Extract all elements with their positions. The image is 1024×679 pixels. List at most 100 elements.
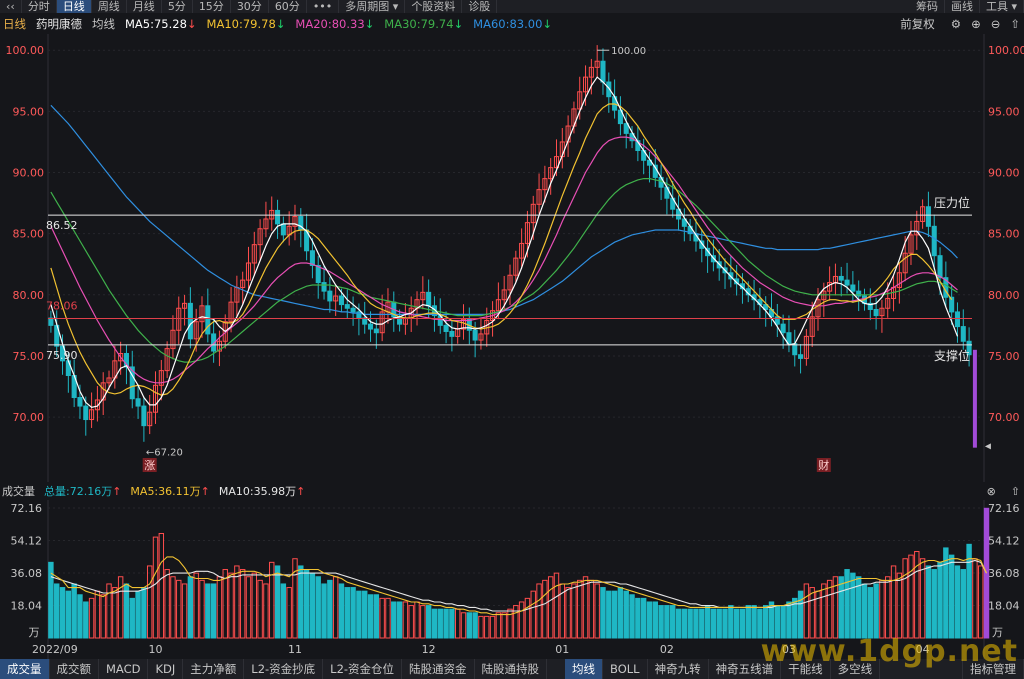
back-icon[interactable]: ‹‹ (0, 0, 22, 13)
volume-bar (797, 590, 804, 639)
adjust-button[interactable]: 前复权 (900, 16, 935, 32)
candle-body (838, 275, 844, 281)
volume-bar (303, 569, 310, 639)
period-tab-1[interactable]: 日线 (56, 0, 92, 13)
period-tab-11[interactable]: 诊股 (462, 0, 498, 13)
volume-bar (338, 583, 345, 639)
candle-body (397, 316, 403, 325)
period-tab-7[interactable]: 60分 (269, 0, 307, 13)
volume-bar (257, 579, 263, 639)
indicator-tab-7[interactable]: 陆股通资金 (402, 659, 475, 679)
indicator-tab-5[interactable]: L2-资金抄底 (244, 659, 324, 679)
vol-unit-left: 万 (29, 626, 40, 639)
candle-body (925, 206, 931, 227)
volume-bar (205, 583, 211, 639)
volume-bar (600, 587, 606, 639)
toolbar-right: 筹码 画线 工具 ▾ (910, 0, 1024, 13)
indicator-tab-4[interactable]: 主力净额 (183, 659, 245, 679)
period-tab-8[interactable]: ••• (307, 0, 340, 13)
volume-bar (652, 601, 658, 639)
period-tab-10[interactable]: 个股资料 (405, 0, 463, 13)
high-annotation: 100.00 (611, 46, 646, 57)
volume-bar (298, 565, 304, 639)
period-tab-0[interactable]: 分时 (22, 0, 57, 13)
volume-bar (141, 587, 147, 639)
settings-icon[interactable]: ⚙ (951, 17, 961, 31)
candle-body (873, 308, 879, 317)
ma20-legend: MA20:80.33↓ (295, 17, 375, 31)
y-tick-right: 75.00 (988, 350, 1020, 363)
indicator-tab-3[interactable]: KDJ (148, 659, 184, 679)
indicator-label[interactable]: 均线 (92, 16, 115, 32)
volume-bar (489, 615, 496, 639)
volume-bar (873, 583, 879, 639)
volume-bar (199, 579, 205, 639)
y-tick-left: 90.00 (13, 167, 45, 180)
volume-bar (146, 565, 153, 639)
volume-bar (745, 605, 751, 639)
candle-body (275, 209, 281, 225)
indicator-tab-8[interactable]: 陆股通持股 (475, 659, 548, 679)
volume-bar (263, 583, 269, 639)
volume-bar (129, 597, 135, 639)
period-tab-5[interactable]: 15分 (193, 0, 231, 13)
volume-bar (629, 594, 635, 639)
volume-bar (751, 605, 757, 639)
overlay-tab-0[interactable]: 均线 (565, 659, 604, 679)
indicator-tab-2[interactable]: MACD (99, 659, 149, 679)
indicator-tab-0[interactable]: 成交量 (0, 659, 50, 679)
vol-y-tick-left: 36.08 (11, 567, 43, 580)
period-tab-9[interactable]: 多周期图 ▾ (339, 0, 406, 13)
volume-bar (327, 579, 333, 639)
top-toolbar: ‹‹ 分时 日线 周线 月线 5分 15分 30分 60分 ••• 多周期图 ▾ 个股资料 诊股 筹码… (0, 0, 1024, 13)
volume-bar (309, 572, 316, 639)
hline-label-2: 75.90 (46, 349, 78, 362)
y-tick-right: 90.00 (988, 167, 1020, 180)
volume-bar (315, 576, 321, 639)
volume-bar (54, 583, 60, 639)
x-tick-5: 02 (660, 643, 674, 656)
overlay-tab-2[interactable]: 神奇九转 (648, 659, 709, 679)
volume-bar (542, 579, 548, 639)
close-icon[interactable]: ⊗ (987, 485, 996, 498)
volume-bar (158, 533, 165, 639)
expand-icon[interactable]: ⇧ (1010, 17, 1020, 31)
overlay-tab-1[interactable]: BOLL (603, 659, 648, 679)
indicator-tab-1[interactable]: 成交额 (50, 659, 99, 679)
expand-volume-icon[interactable]: ⇧ (1011, 485, 1020, 498)
period-tab-4[interactable]: 5分 (162, 0, 193, 13)
volume-bar (693, 608, 699, 639)
zoom-in-icon[interactable]: ⊕ (971, 17, 981, 31)
price-chart[interactable]: 100.00 100.00 95.00 95.00 90.00 90.00 85.00 85.… (0, 34, 1024, 484)
volume-bar (739, 608, 746, 639)
y-tick-left: 80.00 (13, 289, 45, 302)
period-tab-3[interactable]: 月线 (127, 0, 162, 13)
y-tick-right: 100.00 (988, 44, 1024, 57)
volume-bar (321, 583, 327, 639)
volume-bar (640, 597, 647, 639)
volume-bar (908, 554, 914, 639)
volume-bar (623, 590, 629, 639)
volume-bar (408, 605, 414, 639)
candle-body (327, 290, 333, 302)
period-tab-2[interactable]: 周线 (92, 0, 127, 13)
volume-bar (978, 565, 984, 639)
hline-note-0: 压力位 (934, 195, 970, 210)
toolbar-right-item-2[interactable]: 工具 ▾ (980, 0, 1024, 13)
y-tick-left: 100.00 (6, 44, 45, 57)
volume-bar (472, 612, 478, 639)
volume-bar (954, 565, 961, 639)
indicator-tab-6[interactable]: L2-资金仓位 (323, 659, 403, 679)
volume-bar (925, 565, 932, 639)
volume-bar (431, 608, 438, 639)
zoom-out-icon[interactable]: ⊖ (991, 17, 1001, 31)
toolbar-right-item-1[interactable]: 画线 (945, 0, 980, 13)
x-tick-1: 10 (149, 643, 163, 656)
period-tab-6[interactable]: 30分 (231, 0, 269, 13)
toolbar-right-item-0[interactable]: 筹码 (910, 0, 945, 13)
volume-bar (495, 612, 502, 639)
x-tick-0: 2022/09 (32, 643, 78, 656)
candle-body (449, 330, 455, 337)
volume-bar (332, 576, 339, 639)
candle-body (960, 326, 966, 342)
